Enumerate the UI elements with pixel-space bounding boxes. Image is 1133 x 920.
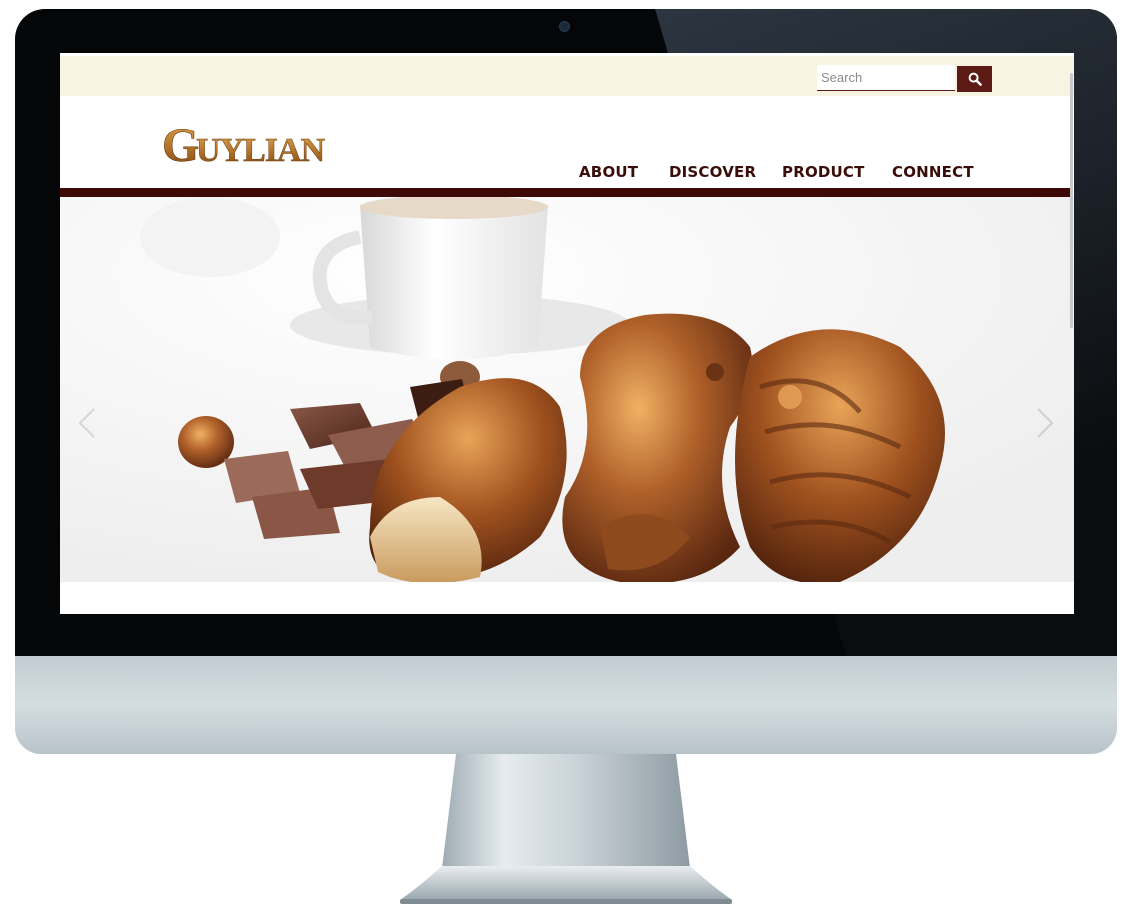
website-screen: G UYLIAN ABOUT DISCOVER PRODUCT CONNECT (60, 53, 1074, 614)
camera-icon (559, 21, 570, 32)
guylian-logo[interactable]: G UYLIAN (162, 109, 352, 173)
monitor-chin (15, 656, 1117, 754)
nav-about[interactable]: ABOUT (579, 163, 638, 185)
search-input[interactable] (817, 65, 955, 91)
top-utility-bar (60, 56, 1074, 96)
chevron-left-icon[interactable] (76, 405, 102, 441)
search-icon (968, 72, 982, 86)
scrollbar[interactable] (1070, 73, 1073, 328)
svg-text:UYLIAN: UYLIAN (196, 132, 326, 169)
nav-discover[interactable]: DISCOVER (669, 163, 756, 185)
nav-divider (60, 188, 1070, 197)
nav-product[interactable]: PRODUCT (782, 163, 865, 185)
hero-banner-image (60, 197, 1074, 587)
nav-connect[interactable]: CONNECT (892, 163, 974, 185)
chevron-right-icon[interactable] (1032, 405, 1058, 441)
svg-text:G: G (162, 119, 199, 172)
search-button[interactable] (957, 66, 992, 92)
